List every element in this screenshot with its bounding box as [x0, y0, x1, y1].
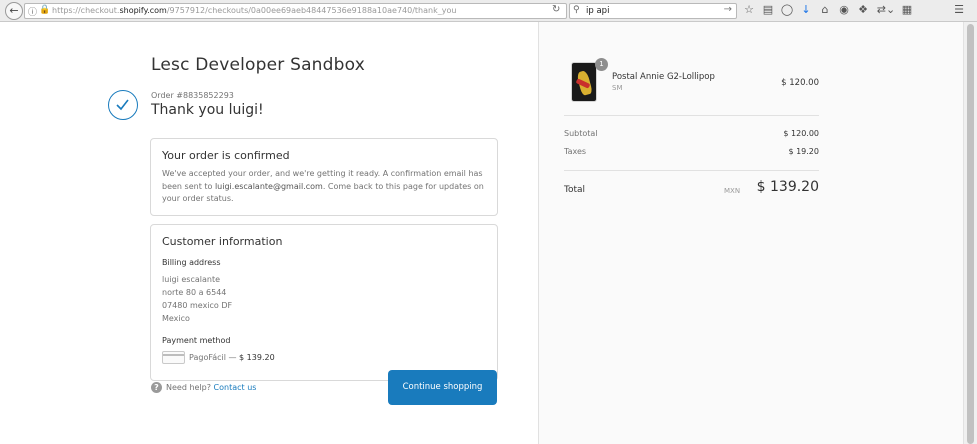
payment-method-label: Payment method — [162, 336, 231, 345]
url-path: /9757912/checkouts/0a00ee69aeb48447536e9… — [166, 6, 457, 15]
search-bar[interactable]: ⚲ ip api → — [569, 3, 737, 19]
shop-name[interactable]: Lesc Developer Sandbox — [151, 55, 365, 75]
address-bar[interactable]: ⓘ 🔒 https://checkout.shopify.com/9757912… — [24, 3, 567, 19]
total-value: $ 139.20 — [756, 179, 819, 195]
address-line: 07480 mexico DF — [162, 301, 233, 310]
bookmarks-library-icon[interactable]: ▤ — [761, 4, 775, 16]
product-price: $ 120.00 — [781, 78, 819, 88]
lock-icon: 🔒 — [39, 5, 51, 15]
url-text[interactable]: https://checkout.shopify.com/9757912/che… — [52, 6, 552, 15]
help-question-icon: ? — [151, 382, 162, 393]
address-line: Mexico — [162, 314, 190, 323]
menu-icon[interactable]: ☰ — [952, 4, 966, 16]
pocket-icon[interactable]: ◯ — [780, 4, 794, 16]
checkmark-icon — [108, 90, 138, 120]
subtotal-label: Subtotal — [564, 129, 598, 138]
subtotal-value: $ 120.00 — [783, 129, 819, 138]
customer-information-box: Customer information Billing address lui… — [150, 224, 498, 381]
info-icon[interactable]: ⓘ — [28, 5, 37, 18]
help-line: Need help? Contact us — [166, 383, 256, 392]
billing-address: luigi escalante norte 80 a 6544 07480 me… — [162, 273, 232, 325]
thank-you-heading: Thank you luigi! — [151, 102, 264, 118]
translate-dropdown-icon[interactable]: ⇄⌄ — [875, 4, 897, 16]
browser-toolbar: ← ⓘ 🔒 https://checkout.shopify.com/97579… — [0, 0, 977, 22]
back-arrow-icon[interactable]: ← — [5, 2, 23, 20]
sidebar-icon[interactable]: ▦ — [900, 4, 914, 16]
continue-shopping-button[interactable]: Continue shopping — [388, 370, 497, 405]
url-prefix: https://checkout. — [52, 6, 120, 15]
address-line: luigi escalante — [162, 275, 221, 284]
divider — [564, 170, 819, 171]
search-go-arrow-icon[interactable]: → — [724, 4, 732, 15]
help-text: Need help? — [166, 383, 211, 392]
total-label: Total — [564, 185, 586, 195]
search-icon: ⚲ — [573, 5, 580, 15]
extension-icon[interactable]: ❖ — [856, 4, 870, 16]
product-thumbnail — [571, 62, 597, 102]
order-confirmed-title: Your order is confirmed — [162, 149, 290, 162]
reload-icon[interactable]: ↻ — [552, 4, 560, 15]
order-confirmed-text: We've accepted your order, and we're get… — [162, 168, 490, 206]
payment-method: PagoFácil — $ 139.20 — [189, 353, 275, 362]
product-name: Postal Annie G2-Lollipop — [612, 72, 715, 82]
quantity-badge: 1 — [595, 58, 608, 71]
taxes-label: Taxes — [564, 147, 587, 156]
payment-amount: $ 139.20 — [239, 353, 275, 362]
download-icon[interactable]: ↓ — [799, 4, 813, 16]
divider — [564, 115, 819, 116]
order-summary-sidebar: 1 Postal Annie G2-Lollipop SM $ 120.00 S… — [538, 22, 963, 444]
total-currency: MXN — [724, 187, 741, 195]
payment-separator: — — [225, 353, 240, 362]
url-host: shopify.com — [119, 6, 167, 15]
order-confirmed-box: Your order is confirmed We've accepted y… — [150, 138, 498, 216]
taxes-value: $ 19.20 — [788, 147, 819, 156]
payment-method-name: PagoFácil — [189, 353, 226, 362]
home-icon[interactable]: ⌂ — [818, 4, 832, 16]
chat-icon[interactable]: ◉ — [837, 4, 851, 16]
payment-card-icon — [162, 351, 185, 364]
contact-us-link[interactable]: Contact us — [214, 383, 257, 392]
page-scrollbar[interactable] — [963, 22, 977, 444]
search-input[interactable]: ip api — [586, 6, 609, 16]
customer-email: luigi.escalante@gmail.com — [214, 181, 323, 191]
order-number: Order #8835852293 — [151, 91, 234, 100]
billing-address-label: Billing address — [162, 258, 221, 267]
scrollbar-thumb[interactable] — [967, 24, 974, 444]
product-variant: SM — [612, 84, 623, 92]
customer-information-title: Customer information — [162, 235, 283, 248]
bookmark-star-icon[interactable]: ☆ — [742, 4, 756, 16]
address-line: norte 80 a 6544 — [162, 288, 227, 297]
